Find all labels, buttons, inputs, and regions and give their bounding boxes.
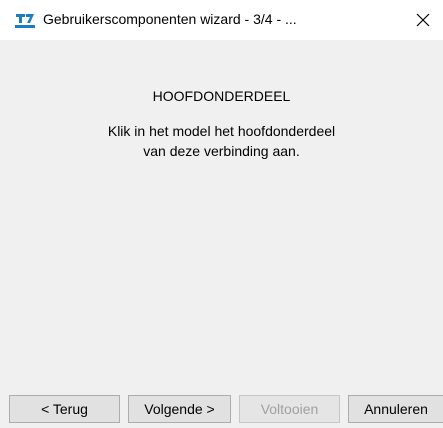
wizard-content: HOOFDONDERDEEL Klik in het model het hoo… (0, 40, 443, 428)
wizard-window: Gebruikerscomponenten wizard - 3/4 - ...… (0, 0, 443, 428)
step-heading: HOOFDONDERDEEL (152, 88, 291, 104)
title-bar[interactable]: Gebruikerscomponenten wizard - 3/4 - ... (0, 0, 443, 40)
next-button[interactable]: Volgende > (128, 395, 231, 423)
cancel-button[interactable]: Annuleren (348, 395, 443, 423)
close-button[interactable] (403, 0, 443, 40)
app-icon (14, 11, 36, 29)
window-title: Gebruikerscomponenten wizard - 3/4 - ... (43, 11, 297, 27)
back-button[interactable]: < Terug (9, 395, 120, 423)
instruction-line-1: Klik in het model het hoofdonderdeel (107, 123, 336, 139)
finish-button[interactable]: Voltooien (239, 395, 340, 423)
step-instruction: Klik in het model het hoofdonderdeel van… (60, 121, 383, 161)
instruction-line-2: van deze verbinding aan. (143, 143, 300, 159)
close-icon (416, 13, 430, 27)
